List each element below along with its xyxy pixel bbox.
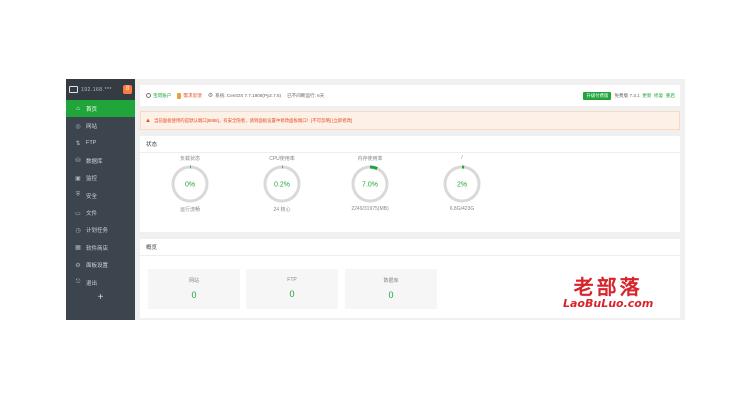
add-button[interactable]: +	[66, 291, 135, 305]
monitor-icon	[69, 86, 78, 93]
database-icon: ⛁	[75, 158, 81, 165]
globe-icon: ◎	[75, 123, 81, 130]
sidebar: 192.168.*** 8 ⌂ 首页 ◎ 网站 ⇅ FTP ⛁ 数据库 ▣ 监控 ⛨ 安全 ▭ 文件 ◷ 计划…	[66, 79, 135, 320]
security-alert: ▲ 当前面板使用的是默认端口[8888]，有安全隐患，请到面板设置中修改面板端口…	[140, 111, 680, 130]
sidebar-item-0[interactable]: ⌂ 首页	[66, 100, 135, 118]
gauge-1[interactable]: CPU使用率 0.2% 24 核心	[252, 152, 312, 213]
host-address: 192.168.***	[81, 86, 112, 93]
overview-card-2[interactable]: 数据库 0	[345, 269, 437, 309]
top-info-bar: 宝塔账户 需求反馈 ⚙ 系统: CentOS 7.7.1908(Py2.7.5)…	[140, 85, 680, 106]
upgrade-button[interactable]: 升级付费版	[583, 91, 612, 100]
card-label: 网站	[188, 278, 199, 284]
gauge-label: 内存使用率	[357, 156, 383, 162]
status-panel: 状态 负载状态 0% 运行流畅 CPU使用率 0.2% 24 核心 内存使用率 7.0% 224…	[140, 136, 680, 232]
sidebar-item-label: FTP	[86, 140, 97, 147]
sidebar-item-4[interactable]: ▣ 监控	[66, 170, 135, 187]
gear-icon: ⚙	[207, 93, 214, 99]
system-info: ⚙ 系统: CentOS 7.7.1908(Py2.7.5)	[207, 92, 282, 100]
sidebar-item-label: 网站	[86, 124, 98, 131]
update-link[interactable]: 更新	[642, 93, 651, 99]
sidebar-item-2[interactable]: ⇅ FTP	[66, 135, 135, 152]
restart-link[interactable]: 重启	[666, 93, 675, 99]
gauge-label: /	[461, 155, 463, 161]
overview-card-0[interactable]: 网站 0	[148, 269, 240, 309]
gauge-ring: 0.2%	[263, 165, 301, 203]
repair-link[interactable]: 修复	[654, 93, 663, 99]
gauge-ring: 2%	[443, 165, 481, 203]
watermark-cn: 老部落	[573, 275, 643, 299]
warning-icon: ▲	[145, 117, 151, 124]
monitor-icon: ▣	[75, 175, 81, 182]
shield-icon: ⛨	[75, 192, 81, 199]
status-title: 状态	[140, 136, 680, 153]
gauge-2[interactable]: 内存使用率 7.0% 2249/31975(MB)	[340, 152, 400, 212]
sidebar-item-8[interactable]: ▦ 软件商店	[66, 239, 135, 256]
gauge-ring: 7.0%	[351, 165, 389, 203]
gauge-subtext: 运行流畅	[179, 207, 200, 213]
ftp-icon: ⇅	[75, 140, 81, 147]
store-icon: ▦	[75, 245, 81, 252]
gauge-value: 7.0%	[362, 182, 378, 189]
uptime: 已不间断运行: 6天	[287, 92, 325, 98]
account-link[interactable]: 宝塔账户	[146, 93, 171, 99]
overview-card-1[interactable]: FTP 0	[246, 269, 338, 309]
gauge-value: 2%	[457, 182, 467, 189]
sidebar-item-label: 数据库	[86, 158, 103, 165]
gauge-label: CPU使用率	[269, 156, 295, 162]
gauge-3[interactable]: / 2% 6.8G/423G	[432, 152, 492, 212]
gauge-label: 负载状态	[179, 156, 200, 162]
exit-icon: ⎋	[75, 279, 81, 286]
sidebar-item-label: 计划任务	[86, 228, 109, 235]
card-value: 0	[289, 289, 295, 299]
gauge-value: 0%	[185, 182, 195, 189]
gauge-subtext: 24 核心	[273, 207, 291, 213]
watermark-en: LaoBuLuo.com	[563, 297, 654, 310]
system-value: CentOS 7.7.1908(Py2.7.5)	[226, 93, 282, 98]
alert-text[interactable]: 当前面板使用的是默认端口[8888]，有安全隐患，请到面板设置中修改面板端口！[…	[154, 118, 352, 124]
settings-icon: ⚙	[75, 262, 81, 269]
server-header: 192.168.*** 8	[66, 79, 135, 100]
gauge-ring: 0%	[171, 165, 209, 203]
sidebar-item-7[interactable]: ◷ 计划任务	[66, 222, 135, 239]
sidebar-item-label: 安全	[86, 193, 98, 200]
sidebar-item-label: 文件	[86, 211, 98, 218]
sidebar-item-label: 监控	[86, 176, 98, 183]
sidebar-item-6[interactable]: ▭ 文件	[66, 204, 135, 221]
gauge-value: 0.2%	[274, 182, 290, 189]
user-icon	[146, 93, 151, 98]
nav-list: ⌂ 首页 ◎ 网站 ⇅ FTP ⛁ 数据库 ▣ 监控 ⛨ 安全 ▭ 文件 ◷ 计划任务 ▦ 软件商店 ⚙ 面板设置 ⎋ 退…	[66, 100, 135, 291]
card-value: 0	[191, 290, 197, 300]
feedback-link[interactable]: 需求反馈	[177, 92, 202, 99]
gauge-subtext: 2249/31975(MB)	[351, 206, 389, 212]
sidebar-item-label: 退出	[86, 280, 98, 287]
sidebar-item-label: 首页	[86, 106, 98, 113]
card-value: 0	[388, 290, 394, 300]
feedback-label: 需求反馈	[183, 92, 202, 98]
sidebar-item-1[interactable]: ◎ 网站	[66, 117, 135, 134]
home-icon: ⌂	[76, 105, 80, 112]
card-label: FTP	[287, 277, 297, 283]
sidebar-item-9[interactable]: ⚙ 面板设置	[66, 257, 135, 274]
sidebar-item-label: 面板设置	[86, 263, 109, 270]
sidebar-item-5[interactable]: ⛨ 安全	[66, 187, 135, 204]
medal-icon	[177, 92, 182, 99]
clock-icon: ◷	[75, 227, 81, 234]
account-label: 宝塔账户	[153, 92, 172, 98]
card-label: 数据库	[383, 278, 399, 284]
system-label: 系统:	[215, 92, 226, 98]
version-label: 免费版	[614, 92, 629, 98]
sidebar-item-3[interactable]: ⛁ 数据库	[66, 152, 135, 169]
notification-badge[interactable]: 8	[123, 85, 132, 94]
sidebar-item-10[interactable]: ⎋ 退出	[66, 274, 135, 291]
gauge-0[interactable]: 负载状态 0% 运行流畅	[160, 152, 220, 213]
sidebar-item-label: 软件商店	[86, 245, 109, 252]
folder-icon: ▭	[75, 210, 81, 217]
version-value: 7.3.1	[629, 93, 640, 98]
watermark-logo: 老部落 LaoBuLuo.com	[563, 277, 653, 310]
gauge-subtext: 6.8G/423G	[449, 206, 475, 212]
overview-title: 概览	[140, 239, 680, 256]
